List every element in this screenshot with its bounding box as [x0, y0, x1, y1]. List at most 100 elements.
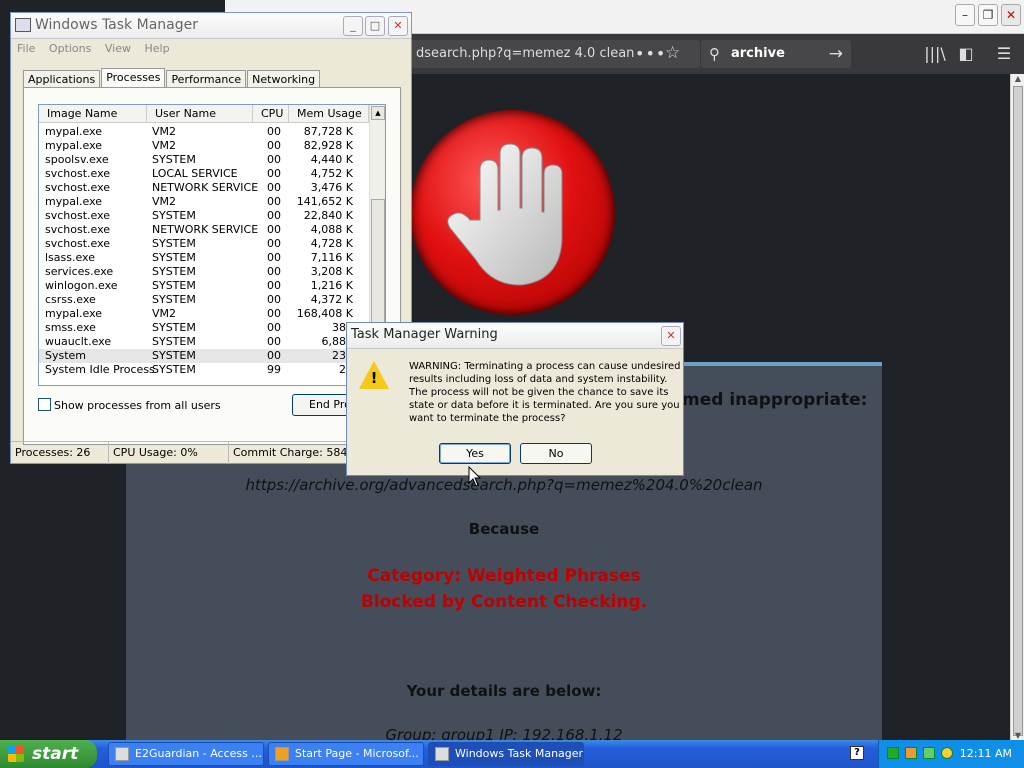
mem-usage-cell: 141,652 K — [296, 195, 353, 208]
tm-maximize-button[interactable]: □ — [365, 16, 385, 36]
mem-usage-cell: 82,928 K — [303, 139, 353, 152]
table-row[interactable]: svchost.exe SYSTEM 00 4,728 K — [39, 237, 369, 251]
mem-usage-cell: 236 — [332, 349, 353, 362]
taskbar-item-start-page[interactable]: Start Page - Microsof... — [268, 742, 424, 766]
status-processes: Processes: 26 — [11, 442, 109, 464]
checkbox-box[interactable] — [38, 398, 51, 411]
start-button[interactable]: start — [0, 740, 97, 768]
clock[interactable]: 12:11 AM — [960, 740, 1012, 768]
taskbar-item-task-manager[interactable]: Windows Task Manager — [428, 742, 584, 766]
tray-icon-mypal[interactable] — [905, 747, 917, 759]
cpu-cell: 00 — [267, 153, 281, 166]
col-cpu[interactable]: CPU — [253, 105, 289, 123]
process-name-cell: svchost.exe — [45, 223, 111, 236]
mem-usage-cell: 4,752 K — [310, 167, 353, 180]
user-name-cell: SYSTEM — [152, 153, 196, 166]
page-actions-icon[interactable]: ••• — [635, 40, 666, 68]
tm-close-button[interactable]: ✕ — [388, 16, 408, 36]
warning-close-button[interactable]: ✕ — [661, 326, 681, 346]
table-row[interactable]: mypal.exe VM2 00 82,928 K — [39, 139, 369, 153]
col-image-name[interactable]: Image Name — [39, 105, 147, 123]
tray-icon-network[interactable] — [887, 747, 899, 759]
table-row[interactable]: spoolsv.exe SYSTEM 00 4,440 K — [39, 153, 369, 167]
process-name-cell: mypal.exe — [45, 125, 103, 138]
library-icon[interactable]: |||\ — [923, 40, 947, 68]
scroll-thumb[interactable] — [1013, 86, 1023, 736]
task-manager-titlebar[interactable]: Windows Task Manager _ □ ✕ — [11, 13, 411, 39]
mem-usage-cell: 3,208 K — [310, 265, 353, 278]
table-row[interactable]: mypal.exe VM2 00 87,728 K — [39, 125, 369, 139]
cpu-cell: 00 — [267, 139, 281, 152]
process-name-cell: smss.exe — [45, 321, 96, 334]
table-row[interactable]: svchost.exe NETWORK SERVICE 00 3,476 K — [39, 181, 369, 195]
process-name-cell: svchost.exe — [45, 237, 111, 250]
search-icon: ⚲ — [709, 45, 720, 63]
menu-icon[interactable]: ☰ — [992, 40, 1016, 68]
taskbar-item-label: Start Page - Microsof... — [295, 747, 419, 760]
user-name-cell: SYSTEM — [152, 209, 196, 222]
table-row[interactable]: mypal.exe VM2 00 168,408 K — [39, 307, 369, 321]
table-row[interactable]: System SYSTEM 00 236 — [39, 349, 369, 363]
cpu-cell: 00 — [267, 265, 281, 278]
cpu-cell: 00 — [267, 223, 281, 236]
table-row[interactable]: svchost.exe LOCAL SERVICE 00 4,752 K — [39, 167, 369, 181]
page-scrollbar[interactable]: ▲ ▼ — [1010, 74, 1024, 740]
table-row[interactable]: mypal.exe VM2 00 141,652 K — [39, 195, 369, 209]
bookmark-star-icon[interactable]: ☆ — [665, 39, 680, 67]
browser-close-button[interactable]: ✕ — [1001, 4, 1021, 26]
table-row[interactable]: lsass.exe SYSTEM 00 7,116 K — [39, 251, 369, 265]
help-icon[interactable]: ? — [850, 746, 864, 760]
taskbar-item-label: Windows Task Manager — [455, 747, 584, 760]
cpu-cell: 00 — [267, 279, 281, 292]
show-all-users-label: Show processes from all users — [54, 399, 221, 412]
scroll-down-icon[interactable]: ▼ — [1011, 731, 1024, 740]
menu-file[interactable]: File — [17, 39, 35, 59]
process-list[interactable]: Image Name User Name CPU Mem Usage mypal… — [38, 104, 386, 386]
table-row[interactable]: winlogon.exe SYSTEM 00 1,216 K — [39, 279, 369, 293]
hand-icon — [447, 143, 563, 286]
table-row[interactable]: csrss.exe SYSTEM 00 4,372 K — [39, 293, 369, 307]
menu-options[interactable]: Options — [49, 39, 91, 59]
mem-usage-cell: 28 — [289, 363, 353, 377]
user-name-cell: SYSTEM — [152, 279, 196, 292]
sidebar-icon[interactable]: ◧ — [954, 40, 978, 68]
tm-tabs: Applications Processes Performance Networki… — [23, 67, 321, 90]
browser-maximize-button[interactable]: ❐ — [978, 4, 998, 26]
table-row[interactable]: svchost.exe NETWORK SERVICE 00 4,088 K — [39, 223, 369, 237]
tray-icon-search[interactable] — [941, 747, 953, 759]
taskbar-item-e2guardian[interactable]: E2Guardian - Access ... — [108, 742, 264, 766]
warning-message: WARNING: Terminating a process can cause… — [409, 361, 681, 424]
mouse-cursor-icon — [468, 466, 482, 487]
menu-view[interactable]: View — [105, 39, 131, 59]
cpu-cell: 00 — [267, 349, 281, 362]
tm-menubar: File Options View Help — [11, 39, 411, 59]
table-row[interactable]: svchost.exe SYSTEM 00 22,840 K — [39, 209, 369, 223]
cpu-cell: 00 — [267, 251, 281, 264]
table-row[interactable]: smss.exe SYSTEM 00 388 — [39, 321, 369, 335]
search-go-icon[interactable]: → — [829, 40, 843, 68]
menu-help[interactable]: Help — [144, 39, 169, 59]
tray-icon-security[interactable] — [923, 747, 935, 759]
scroll-up-icon[interactable]: ▲ — [371, 106, 385, 120]
col-user-name[interactable]: User Name — [147, 105, 253, 123]
table-row[interactable]: services.exe SYSTEM 00 3,208 K — [39, 265, 369, 279]
warning-titlebar[interactable]: Task Manager Warning ✕ — [347, 323, 683, 349]
process-name-cell: spoolsv.exe — [45, 153, 109, 166]
tm-minimize-button[interactable]: _ — [343, 16, 363, 36]
table-row[interactable]: wuauclt.exe SYSTEM 00 6,880 — [39, 335, 369, 349]
process-name-cell: System Idle Process — [45, 363, 155, 376]
scroll-up-icon[interactable]: ▲ — [1011, 74, 1024, 83]
no-button[interactable]: No — [520, 443, 592, 464]
yes-button[interactable]: Yes — [439, 443, 511, 464]
show-all-users-checkbox[interactable]: Show processes from all users — [38, 398, 221, 412]
table-row[interactable]: System Idle ProcessSYSTEM 99 28 — [39, 363, 369, 377]
block-heading: med inappropriate: — [682, 390, 868, 410]
process-name-cell: svchost.exe — [45, 209, 111, 222]
search-input[interactable]: ⚲ archive → — [701, 40, 851, 68]
browser-minimize-button[interactable]: – — [955, 4, 975, 26]
user-name-cell: SYSTEM — [152, 363, 196, 376]
col-mem-usage[interactable]: Mem Usage — [289, 105, 369, 123]
user-name-cell: VM2 — [152, 307, 177, 320]
mem-usage-cell: 4,728 K — [310, 237, 353, 250]
block-category: Category: Weighted Phrases — [367, 566, 641, 586]
